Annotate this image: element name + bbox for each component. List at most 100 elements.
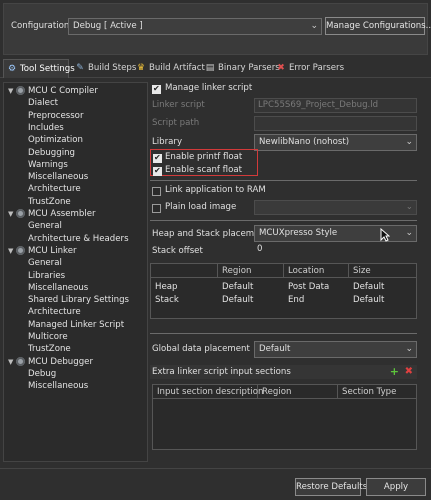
enable-scanf-float-checkbox[interactable] [153,166,162,176]
global-data-placement-value: Default [259,344,291,354]
table-header-region: Region [258,385,338,399]
tree-item-trustzone[interactable]: TrustZone [28,196,71,208]
tab-build-steps[interactable]: ✎ Build Steps [72,59,136,78]
tree-item-mcu-assembler[interactable]: MCU Assembler [16,208,96,220]
tree-item-general[interactable]: General [28,220,62,232]
tree-item-architecture[interactable]: Architecture [28,306,81,318]
gear-icon [16,245,25,255]
table-cell: End [288,295,305,305]
script-path-input[interactable] [254,116,417,131]
extra-sections-header: Extra linker script input sections + ✖ [150,365,417,379]
configuration-dropdown[interactable]: Debug [ Active ] ⌄ [68,18,322,35]
gear-icon [16,209,25,218]
restore-defaults-button[interactable]: Restore Defaults [295,478,367,496]
manage-configurations-button[interactable]: Manage Configurations... [325,17,431,35]
table-cell: Post Data [288,282,330,292]
binary-parsers-icon: ▤ [205,63,215,73]
library-label: Library [152,137,183,147]
tab-label: Build Artifact [149,63,205,73]
enable-printf-float-checkbox[interactable] [153,153,162,163]
separator [150,220,417,221]
error-parsers-icon: ✖ [277,63,285,73]
configuration-panel: Configuration: Debug [ Active ] ⌄ Manage… [3,3,431,55]
tree-item-libraries[interactable]: Libraries [28,270,65,282]
manage-linker-script-label: Manage linker script [165,83,253,93]
build-artifact-icon: ♛ [136,63,146,73]
global-data-placement-dropdown[interactable]: Default ⌄ [254,341,417,358]
tree-item-miscellaneous[interactable]: Miscellaneous [28,171,88,183]
table-header-section-type: Section Type [338,385,416,399]
tree-item-managed-linker-script[interactable]: Managed Linker Script [28,319,124,331]
tool-settings-icon: ⚙ [7,64,17,74]
tab-label: Error Parsers [289,63,345,73]
manage-linker-script-checkbox[interactable] [152,84,161,94]
collapse-icon[interactable]: ▼ [8,356,16,368]
tree-item-mcu-debugger[interactable]: MCU Debugger [16,356,93,368]
managed-linker-script-settings: Manage linker script Linker script LPC55… [150,82,428,467]
enable-printf-float-label: Enable printf float [165,152,243,162]
tree-item-shared-library-settings[interactable]: Shared Library Settings [28,294,129,306]
collapse-icon[interactable]: ▼ [8,85,16,97]
tree-item-preprocessor[interactable]: Preprocessor [28,110,83,122]
link-to-ram-checkbox[interactable] [152,187,161,196]
heap-stack-placement-value: MCUXpresso Style [259,228,338,238]
tab-label: Binary Parsers [218,63,280,73]
plain-load-image-dropdown[interactable]: ⌄ [254,200,417,215]
linker-script-input[interactable]: LPC55S69_Project_Debug.ld [254,98,417,113]
tree-item-general[interactable]: General [28,257,62,269]
collapse-icon[interactable]: ▼ [8,208,16,220]
delete-icon[interactable]: ✖ [405,365,413,379]
tab-build-artifact[interactable]: ♛ Build Artifact [133,59,205,78]
configuration-value: Debug [ Active ] [73,21,143,31]
table-header [151,264,218,278]
heap-stack-table: Region Location Size Heap Default Post D… [150,263,417,319]
table-header-region: Region [218,264,284,278]
tree-item-warnings[interactable]: Warnings [28,159,68,171]
table-header-input-section: Input section description [153,385,263,399]
tree-item-architecture[interactable]: Architecture [28,183,81,195]
tree-item-mcu-c-compiler[interactable]: MCU C Compiler [16,85,98,97]
tree-item-includes[interactable]: Includes [28,122,64,134]
tree-item-label: MCU Debugger [28,356,93,367]
add-icon[interactable]: + [390,365,399,379]
tree-item-miscellaneous[interactable]: Miscellaneous [28,380,88,392]
gear-icon [16,86,25,95]
tree-item-multicore[interactable]: Multicore [28,331,68,343]
tab-binary-parsers[interactable]: ▤ Binary Parsers [202,59,280,78]
tool-settings-tree: ▼ MCU C Compiler Dialect Preprocessor In… [3,82,148,462]
tab-label: Build Steps [88,63,137,73]
tree-item-label: MCU Assembler [28,209,96,219]
library-dropdown[interactable]: NewlibNano (nohost) ⌄ [254,134,417,151]
footer-separator [0,468,431,469]
chevron-down-icon: ⌄ [405,137,413,147]
tab-error-parsers[interactable]: ✖ Error Parsers [273,59,344,78]
tree-item-trustzone[interactable]: TrustZone [28,343,71,355]
extra-sections-table: Input section description Region Section… [152,384,417,450]
heap-stack-placement-dropdown[interactable]: MCUXpresso Style ⌄ [254,225,417,242]
link-to-ram-label: Link application to RAM [165,185,266,195]
tab-tool-settings[interactable]: ⚙ Tool Settings [3,59,75,78]
settings-tabs: ⚙ Tool Settings ✎ Build Steps ♛ Build Ar… [0,59,431,78]
heap-stack-placement-label: Heap and Stack placement [152,229,269,239]
tree-item-miscellaneous[interactable]: Miscellaneous [28,282,88,294]
build-steps-icon: ✎ [76,63,84,73]
gear-icon [16,356,25,366]
tree-item-mcu-linker[interactable]: MCU Linker [16,245,77,257]
table-cell: Default [222,295,254,305]
chevron-down-icon: ⌄ [405,202,413,212]
stack-offset-value[interactable]: 0 [257,244,262,254]
table-cell: Heap [155,282,178,292]
tab-label: Tool Settings [20,64,75,74]
tree-item-debug[interactable]: Debug [28,368,56,380]
apply-button[interactable]: Apply [366,478,426,496]
plain-load-image-checkbox[interactable] [152,204,161,213]
chevron-down-icon: ⌄ [310,21,318,31]
extra-sections-label: Extra linker script input sections [152,367,291,377]
tree-item-debugging[interactable]: Debugging [28,147,75,159]
tree-item-optimization[interactable]: Optimization [28,134,83,146]
tree-item-architecture-headers[interactable]: Architecture & Headers [28,233,129,245]
separator [150,180,417,181]
linker-script-label: Linker script [152,100,205,110]
collapse-icon[interactable]: ▼ [8,245,16,257]
tree-item-dialect[interactable]: Dialect [28,97,58,109]
